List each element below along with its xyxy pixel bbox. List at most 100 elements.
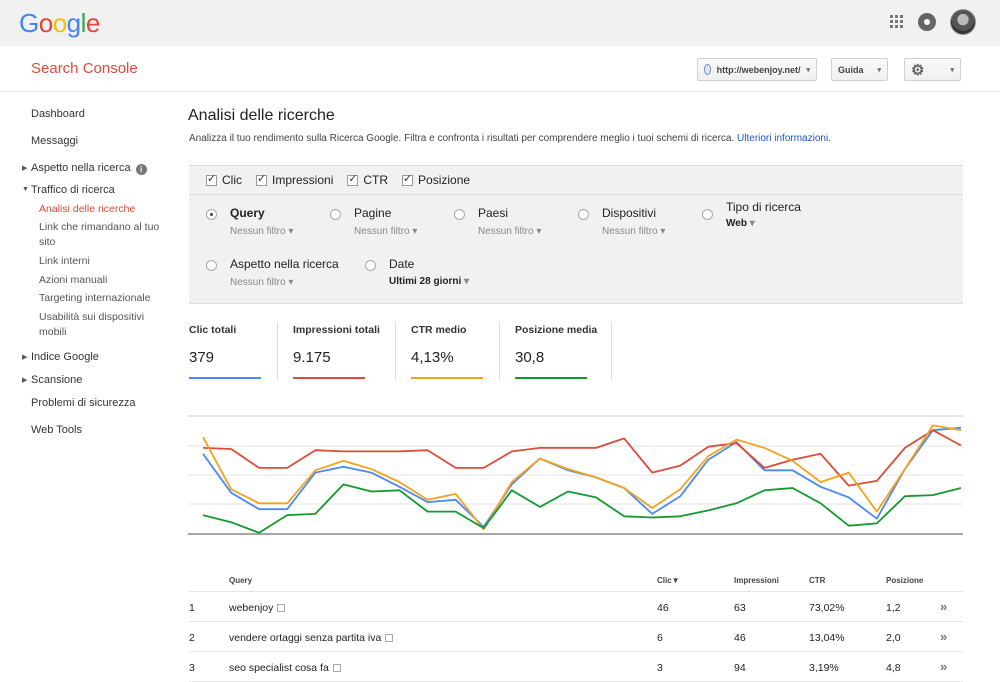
clicks-cell: 46 xyxy=(657,602,669,614)
stat-value: 379 xyxy=(189,349,215,366)
group-label: Paesi xyxy=(478,206,509,220)
account-avatar[interactable] xyxy=(950,9,976,35)
sidebar-item-links-to-site[interactable]: Link che rimandano al tuo xyxy=(39,221,159,233)
sidebar-item-web-tools[interactable]: Web Tools xyxy=(31,424,82,436)
ctr-cell: 73,02% xyxy=(809,602,845,614)
site-selector[interactable]: http://webenjoy.net/ ▾ xyxy=(697,58,817,81)
stat-label: Impressioni totali xyxy=(293,324,380,336)
expand-row-icon[interactable]: » xyxy=(940,599,947,614)
globe-icon xyxy=(704,64,711,75)
group-label: Date xyxy=(389,257,415,271)
product-title[interactable]: Search Console xyxy=(31,60,138,77)
filter-panel: Clic Impressioni CTR Posizione Query Nes… xyxy=(189,165,963,304)
settings-button[interactable]: ⚙ ▾ xyxy=(904,58,961,81)
sidebar-item-search-traffic[interactable]: Traffico di ricerca xyxy=(31,184,115,196)
chevron-down-icon: ▾ xyxy=(288,277,294,288)
chevron-down-icon: ▾ xyxy=(877,66,881,74)
expand-arrow-icon[interactable]: ▶ xyxy=(22,164,27,172)
group-filter-dropdown[interactable]: Nessun filtro ▾ xyxy=(230,277,293,288)
stat-label: CTR medio xyxy=(411,324,467,336)
column-header-clicks[interactable]: Clic▼ xyxy=(657,576,680,585)
stat-total-impressions[interactable]: Impressioni totali 9.175 xyxy=(293,324,380,380)
sidebar-item-dashboard[interactable]: Dashboard xyxy=(31,108,85,120)
sidebar-item-mobile-usability-cont[interactable]: mobili xyxy=(39,326,66,338)
toggle-ctr[interactable]: CTR xyxy=(347,172,388,187)
chevron-down-icon: ▾ xyxy=(950,66,954,74)
toggle-clicks[interactable]: Clic xyxy=(206,172,242,187)
sidebar-item-crawl[interactable]: Scansione xyxy=(31,374,82,386)
checkbox[interactable] xyxy=(402,172,414,186)
impressions-cell: 94 xyxy=(734,662,746,674)
stat-average-ctr[interactable]: CTR medio 4,13% xyxy=(411,324,483,380)
expand-arrow-icon[interactable]: ▶ xyxy=(22,376,27,384)
radio-button[interactable] xyxy=(206,260,217,271)
checkbox[interactable] xyxy=(206,172,217,186)
sidebar-item-messages[interactable]: Messaggi xyxy=(31,135,78,147)
logo-letter: G xyxy=(19,8,39,38)
sidebar-item-security-issues[interactable]: Problemi di sicurezza xyxy=(31,397,136,409)
toggle-position[interactable]: Posizione xyxy=(402,172,470,187)
group-filter-dropdown[interactable]: Web ▾ xyxy=(726,218,755,229)
expand-arrow-icon[interactable]: ▶ xyxy=(22,353,27,361)
toggle-impressions[interactable]: Impressioni xyxy=(256,172,333,187)
chevron-down-icon: ▾ xyxy=(660,226,666,237)
table-row[interactable]: 3 seo specialist cosa fa 3 94 3,19% 4,8 … xyxy=(189,652,963,682)
sidebar-item-mobile-usability[interactable]: Usabilità sui dispositivi xyxy=(39,311,144,323)
group-filter-dropdown[interactable]: Nessun filtro ▾ xyxy=(478,226,541,237)
chevron-down-icon: ▾ xyxy=(806,66,810,74)
logo-letter: o xyxy=(52,8,67,38)
toggle-label: Clic xyxy=(222,173,242,187)
apps-grid-icon[interactable] xyxy=(890,15,904,29)
row-number: 2 xyxy=(189,632,195,644)
column-header-query[interactable]: Query xyxy=(229,576,252,585)
checkbox[interactable] xyxy=(347,172,359,186)
group-filter-dropdown[interactable]: Nessun filtro ▾ xyxy=(354,226,417,237)
notifications-icon[interactable] xyxy=(918,13,936,31)
info-icon[interactable]: i xyxy=(135,164,147,175)
column-header-position[interactable]: Posizione xyxy=(886,576,923,585)
radio-button[interactable] xyxy=(578,209,589,220)
checkbox[interactable] xyxy=(256,172,267,186)
sidebar-item-international-targeting[interactable]: Targeting internazionale xyxy=(39,292,151,304)
logo-letter: e xyxy=(85,8,100,38)
expand-row-icon[interactable]: » xyxy=(940,629,947,644)
position-cell: 2,0 xyxy=(886,632,901,644)
stat-average-position[interactable]: Posizione media 30,8 xyxy=(515,324,597,380)
help-button[interactable]: Guida ▾ xyxy=(831,58,888,81)
sidebar-item-manual-actions[interactable]: Azioni manuali xyxy=(39,274,107,286)
sidebar-item-google-index[interactable]: Indice Google xyxy=(31,351,99,363)
group-label: Query xyxy=(230,206,265,220)
table-row[interactable]: 2 vendere ortaggi senza partita iva 6 46… xyxy=(189,622,963,652)
sidebar-item-links-to-site-cont[interactable]: sito xyxy=(39,236,55,248)
external-link-icon[interactable] xyxy=(385,634,394,642)
table-row[interactable]: 1 webenjoy 46 63 73,02% 1,2 » xyxy=(189,592,963,622)
group-filter-dropdown[interactable]: Ultimi 28 giorni ▾ xyxy=(389,276,469,287)
series-line-1[interactable] xyxy=(202,429,962,487)
collapse-arrow-icon[interactable]: ▼ xyxy=(22,186,29,193)
performance-line-chart[interactable] xyxy=(188,408,963,544)
external-link-icon[interactable] xyxy=(332,664,341,672)
help-label: Guida xyxy=(838,64,864,75)
impressions-cell: 63 xyxy=(734,602,746,614)
query-cell[interactable]: vendere ortaggi senza partita iva xyxy=(229,632,394,644)
series-line-3[interactable] xyxy=(202,483,962,534)
sidebar-item-internal-links[interactable]: Link interni xyxy=(39,255,90,267)
group-filter-dropdown[interactable]: Nessun filtro ▾ xyxy=(602,226,665,237)
sidebar-item-search-analytics[interactable]: Analisi delle ricerche xyxy=(39,203,135,215)
query-cell[interactable]: webenjoy xyxy=(229,602,286,614)
radio-button[interactable] xyxy=(365,260,376,271)
sidebar-item-search-appearance[interactable]: Aspetto nella ricerca i xyxy=(31,162,147,175)
radio-button[interactable] xyxy=(206,209,217,220)
radio-button[interactable] xyxy=(330,209,341,220)
column-header-impressions[interactable]: Impressioni xyxy=(734,576,779,585)
radio-button[interactable] xyxy=(454,209,465,220)
external-link-icon[interactable] xyxy=(277,604,286,612)
learn-more-link[interactable]: Ulteriori informazioni. xyxy=(737,133,831,144)
radio-button[interactable] xyxy=(702,209,713,220)
google-logo[interactable]: Google xyxy=(19,8,100,39)
column-header-ctr[interactable]: CTR xyxy=(809,576,825,585)
group-filter-dropdown[interactable]: Nessun filtro ▾ xyxy=(230,226,293,237)
expand-row-icon[interactable]: » xyxy=(940,659,947,674)
query-cell[interactable]: seo specialist cosa fa xyxy=(229,662,341,674)
stat-total-clicks[interactable]: Clic totali 379 xyxy=(189,324,261,380)
